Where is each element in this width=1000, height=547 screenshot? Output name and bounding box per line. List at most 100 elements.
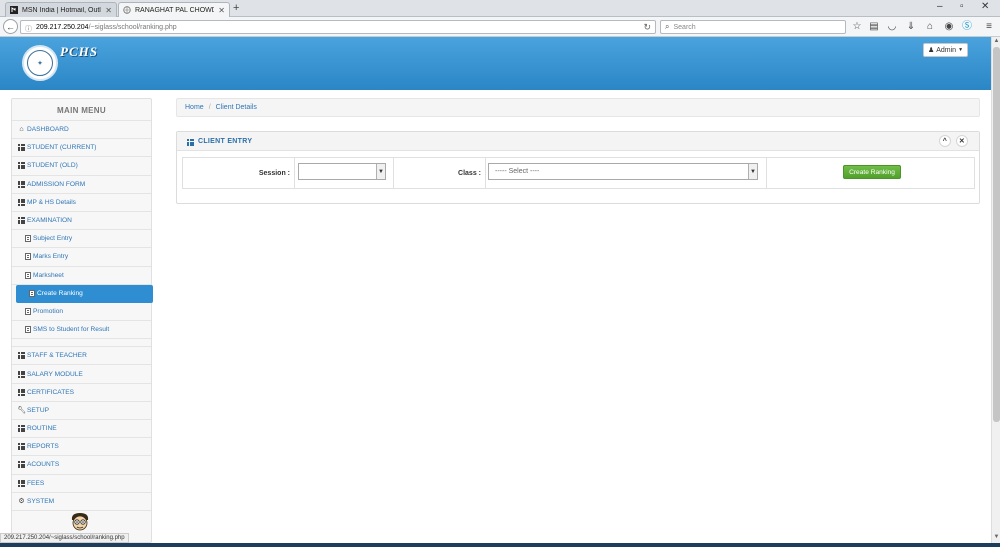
- grid-icon: [18, 144, 25, 152]
- sidebar-item-staff-teacher[interactable]: STAFF & TEACHER: [12, 347, 151, 366]
- sidebar-item-label: EXAMINATION: [27, 217, 72, 225]
- reload-icon[interactable]: ↻: [643, 22, 651, 33]
- session-label-cell: Session :: [183, 158, 295, 188]
- sidebar-subitem-marks-entry[interactable]: Marks Entry: [12, 248, 151, 267]
- home-icon: ⌂: [19, 126, 24, 134]
- os-taskbar: [0, 543, 1000, 547]
- sidebar-item-dashboard[interactable]: ⌂ DASHBOARD: [12, 121, 151, 140]
- class-label-cell: Class :: [394, 158, 486, 188]
- sidebar-subitem-subject-entry[interactable]: Subject Entry: [12, 230, 151, 249]
- sidebar-item-student-current[interactable]: STUDENT (CURRENT): [12, 139, 151, 158]
- list-icon: [24, 307, 31, 315]
- url-path: /~siglass/school/ranking.php: [88, 23, 177, 31]
- minimize-icon[interactable]: –: [937, 1, 943, 12]
- class-select-cell: ----- Select ---- ▼: [486, 158, 767, 188]
- new-tab-button[interactable]: +: [233, 2, 239, 14]
- close-icon[interactable]: ✕: [956, 135, 968, 147]
- sidebar-subitem-label: Promotion: [33, 307, 64, 315]
- url-host: 209.217.250.204: [36, 23, 89, 31]
- sidebar-subitem-marksheet[interactable]: Marksheet: [12, 267, 151, 285]
- grid-icon: [18, 370, 25, 378]
- browser-tab-bar: MSN India | Hotmail, Outlo... ✕ RANAGHAT…: [0, 0, 1000, 17]
- grid-icon: [18, 162, 25, 170]
- sidebar-subitem-label: Create Ranking: [37, 290, 83, 298]
- maximize-icon[interactable]: ▫: [960, 1, 964, 12]
- close-tab-icon[interactable]: ✕: [218, 6, 225, 15]
- breadcrumb: Home / Client Details: [176, 98, 980, 117]
- sidebar-item-examination[interactable]: EXAMINATION: [12, 212, 151, 231]
- class-select[interactable]: ----- Select ---- ▼: [488, 163, 758, 180]
- mascot-avatar-icon: [71, 513, 89, 531]
- grid-icon: [18, 461, 25, 469]
- vertical-scrollbar[interactable]: ▲ ▼: [991, 37, 1000, 543]
- url-bar[interactable]: ⓘ 209.217.250.204/~siglass/school/rankin…: [20, 20, 656, 34]
- close-tab-icon[interactable]: ✕: [105, 6, 112, 15]
- sidebar-item-fees[interactable]: FEES: [12, 475, 151, 493]
- sidebar-item-label: STUDENT (CURRENT): [27, 144, 97, 152]
- grid-icon: [18, 198, 25, 206]
- chat-icon[interactable]: ◉: [943, 21, 955, 33]
- sidebar-item-mp-hs-details[interactable]: MP & HS Details: [12, 194, 151, 212]
- grid-icon: [18, 352, 25, 360]
- sidebar-item-label: MP & HS Details: [27, 198, 76, 206]
- sidebar-item-system[interactable]: ⚙︎ SYSTEM: [12, 493, 151, 511]
- sidebar-item-label: STUDENT (OLD): [27, 162, 78, 170]
- sidebar-item-label: ADMISSION FORM: [27, 180, 86, 188]
- sidebar-item-label: DASHBOARD: [27, 126, 69, 134]
- bookmark-star-icon[interactable]: ☆: [851, 21, 863, 33]
- school-logo[interactable]: ✦: [22, 45, 58, 81]
- sidebar-subitem-label: Subject Entry: [33, 235, 73, 243]
- browser-tab-active[interactable]: RANAGHAT PAL CHOWD... ✕: [118, 2, 230, 17]
- main-menu-title: MAIN MENU: [12, 99, 151, 121]
- sidebar: MAIN MENU ⌂ DASHBOARD STUDENT (CURRENT) …: [11, 98, 153, 543]
- select-caret-icon: ▼: [376, 164, 385, 179]
- sidebar-item-label: REPORTS: [27, 443, 59, 451]
- sidebar-item-admission-form[interactable]: ADMISSION FORM: [12, 176, 151, 194]
- sidebar-subitem-create-ranking[interactable]: Create Ranking: [16, 284, 153, 303]
- list-icon: [24, 271, 31, 279]
- grid-icon: [18, 217, 25, 225]
- breadcrumb-home-link[interactable]: Home: [185, 104, 204, 111]
- skype-icon[interactable]: Ⓢ: [961, 21, 973, 33]
- sidebar-item-label: ACOUNTS: [27, 461, 60, 469]
- pocket-icon[interactable]: ◡: [886, 21, 898, 33]
- back-arrow-icon[interactable]: ←: [3, 19, 18, 34]
- admin-dropdown-button[interactable]: ♟ Admin ▼: [923, 43, 968, 57]
- tab-title: MSN India | Hotmail, Outlo...: [22, 6, 101, 14]
- search-input[interactable]: ⌕ Search: [660, 20, 846, 34]
- menu-icon[interactable]: ≡: [983, 21, 995, 33]
- list-icon: [24, 253, 31, 261]
- sidebar-item-routine[interactable]: ROUTINE: [12, 420, 151, 439]
- sidebar-item-certificates[interactable]: CERTIFICATES: [12, 384, 151, 402]
- session-label: Session :: [258, 170, 290, 177]
- panel-header: CLIENT ENTRY ^ ✕: [177, 132, 979, 151]
- sidebar-item-student-old[interactable]: STUDENT (OLD): [12, 157, 151, 176]
- sidebar-subitem-promotion[interactable]: Promotion: [12, 303, 151, 322]
- download-icon[interactable]: ⇓: [905, 21, 917, 33]
- clipboard-icon[interactable]: ▤: [868, 21, 880, 33]
- sidebar-subitem-sms-result[interactable]: SMS to Student for Result: [12, 321, 151, 340]
- class-select-value: ----- Select ----: [495, 168, 540, 175]
- sidebar-item-acounts[interactable]: ACOUNTS: [12, 456, 151, 475]
- globe-icon: [123, 6, 131, 14]
- sidebar-item-salary-module[interactable]: SALARY MODULE: [12, 365, 151, 384]
- sidebar-item-setup[interactable]: 🔧︎ SETUP: [12, 402, 151, 420]
- scroll-up-icon[interactable]: ▲: [993, 38, 1000, 46]
- sidebar-item-label: ROUTINE: [27, 425, 57, 433]
- collapse-chevron-up-icon[interactable]: ^: [939, 135, 951, 147]
- scrollbar-thumb[interactable]: [993, 47, 1000, 422]
- sidebar-subitem-label: Marksheet: [33, 271, 64, 279]
- app-header: ✦ PCHS ♟ Admin ▼: [0, 37, 991, 90]
- session-select[interactable]: ▼: [298, 163, 386, 180]
- breadcrumb-current-link[interactable]: Client Details: [216, 104, 257, 111]
- sidebar-item-label: CERTIFICATES: [27, 388, 75, 396]
- close-window-icon[interactable]: ✕: [981, 1, 989, 12]
- sidebar-item-reports[interactable]: REPORTS: [12, 438, 151, 457]
- brand-title: PCHS: [60, 44, 98, 59]
- info-icon: ⓘ: [25, 25, 32, 33]
- home-icon[interactable]: ⌂: [924, 21, 936, 33]
- browser-tab-msn[interactable]: MSN India | Hotmail, Outlo... ✕: [5, 2, 117, 17]
- scroll-down-icon[interactable]: ▼: [993, 534, 1000, 542]
- grid-icon: [18, 388, 25, 396]
- create-ranking-button[interactable]: Create Ranking: [843, 165, 901, 179]
